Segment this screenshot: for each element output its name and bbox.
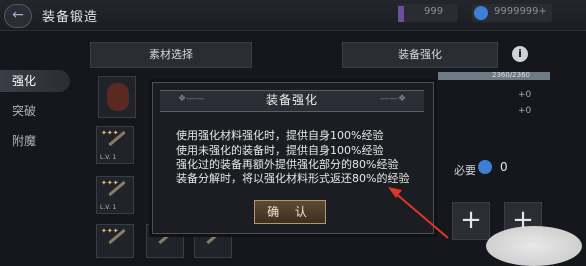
watermark-logo [486,226,582,266]
annotation-arrow [388,187,449,239]
arrow-shaft [393,191,449,239]
